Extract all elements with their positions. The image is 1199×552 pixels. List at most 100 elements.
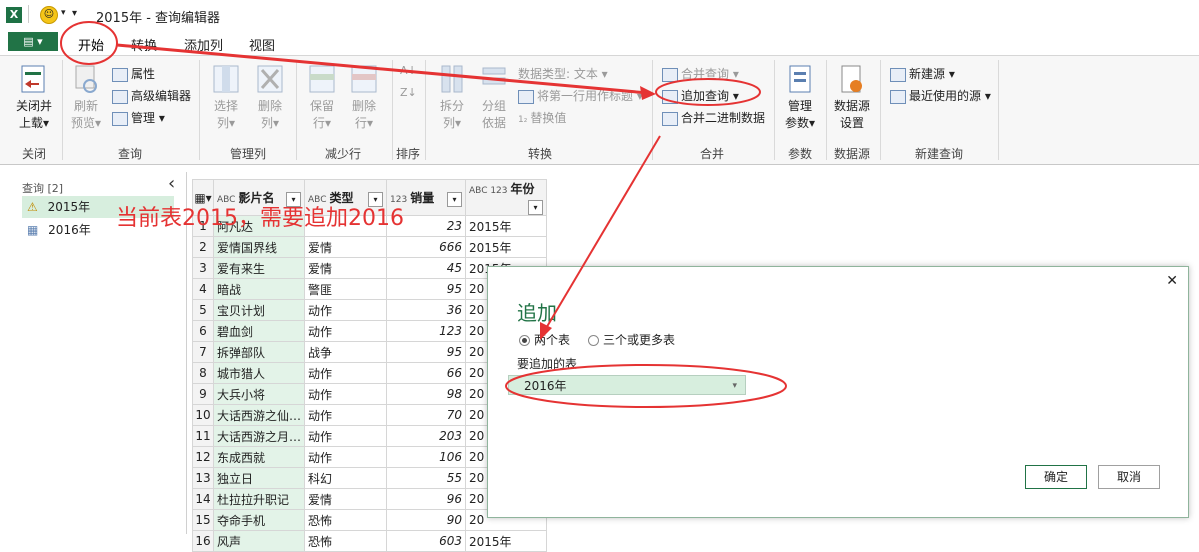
close-icon[interactable]: ✕ [1166, 273, 1178, 289]
table-cell[interactable]: 战争 [304, 341, 388, 363]
tab-add-column[interactable]: 添加列 [184, 35, 223, 54]
table-cell[interactable]: 动作 [304, 383, 388, 405]
row-number: 13 [192, 467, 214, 489]
table-cell[interactable]: 动作 [304, 446, 388, 468]
table-cell[interactable]: 科幻 [304, 467, 388, 489]
choose-columns-button[interactable]: 选择 列▾ [206, 64, 246, 132]
table-cell[interactable]: 大话西游之仙… [212, 404, 306, 426]
table-cell[interactable]: 动作 [304, 299, 388, 321]
data-type-dropdown[interactable]: 数据类型: 文本 ▾ [518, 65, 608, 82]
table-cell[interactable]: 警匪 [304, 278, 388, 300]
radio-two-tables[interactable]: 两个表 [519, 331, 570, 348]
cancel-button[interactable]: 取消 [1098, 465, 1160, 489]
merge-queries-button[interactable]: 合并查询 ▾ [662, 65, 739, 82]
table-cell[interactable]: 66 [386, 362, 467, 384]
table-cell[interactable]: 独立日 [212, 467, 306, 489]
table-cell[interactable]: 动作 [304, 425, 388, 447]
filter-dropdown-icon[interactable]: ▾ [528, 200, 544, 215]
chevron-down-icon[interactable]: ▾ [61, 8, 66, 18]
table-cell[interactable]: 动作 [304, 320, 388, 342]
table-cell[interactable]: 动作 [304, 404, 388, 426]
group-by-button[interactable]: 分组 依据 [474, 64, 514, 132]
table-cell[interactable]: 宝贝计划 [212, 299, 306, 321]
divider [652, 60, 653, 160]
new-source-button[interactable]: 新建源 ▾ [890, 65, 955, 82]
properties-button[interactable]: 属性 [112, 65, 155, 82]
file-button[interactable]: ▤ ▾ [8, 32, 58, 51]
table-cell[interactable]: 大兵小将 [212, 383, 306, 405]
remove-columns-button[interactable]: 删除 列▾ [250, 64, 290, 132]
data-source-settings-button[interactable]: 数据源 设置 [830, 64, 874, 132]
table-cell[interactable]: 36 [386, 299, 467, 321]
table-cell[interactable]: 东成西就 [212, 446, 306, 468]
queries-header: 查询 [2] [22, 182, 64, 195]
close-and-load-button[interactable]: 关闭并 上载▾ [12, 64, 56, 132]
table-cell[interactable]: 爱情 [304, 488, 388, 510]
table-cell[interactable]: 203 [386, 425, 467, 447]
table-cell[interactable]: 爱情 [304, 257, 388, 279]
table-cell[interactable]: 碧血剑 [212, 320, 306, 342]
table-cell[interactable]: 爱有来生 [212, 257, 306, 279]
table-cell[interactable]: 暗战 [212, 278, 306, 300]
keep-rows-button[interactable]: 保留 行▾ [302, 64, 342, 132]
qat-customize-button[interactable]: ▾ [72, 8, 77, 19]
advanced-editor-button[interactable]: 高级编辑器 [112, 87, 191, 104]
table-cell[interactable]: 夺命手机 [212, 509, 306, 531]
table-icon: ▦ [27, 223, 39, 237]
group-label-data-source: 数据源 [833, 147, 870, 161]
table-cell[interactable]: 城市猎人 [212, 362, 306, 384]
table-cell[interactable]: 55 [386, 467, 467, 489]
table-cell[interactable]: 2015年 [465, 215, 548, 237]
combine-binaries-button[interactable]: 合并二进制数据 [662, 109, 765, 126]
table-cell[interactable]: 动作 [304, 362, 388, 384]
table-cell[interactable]: 90 [386, 509, 467, 531]
table-cell[interactable]: 拆弹部队 [212, 341, 306, 363]
table-cell[interactable]: 大话西游之月… [212, 425, 306, 447]
use-first-row-button[interactable]: 将第一行用作标题 ▾ [518, 87, 643, 104]
replace-values-button[interactable]: 1₂ 替换值 [518, 109, 566, 126]
tab-view[interactable]: 视图 [249, 35, 275, 54]
row-number: 7 [192, 341, 214, 363]
split-column-button[interactable]: 拆分 列▾ [432, 64, 472, 132]
ok-button[interactable]: 确定 [1025, 465, 1087, 489]
refresh-preview-button[interactable]: 刷新 预览▾ [66, 64, 106, 132]
append-queries-button[interactable]: 追加查询 ▾ [662, 87, 739, 104]
sort-descending-button[interactable]: Z↓ [400, 86, 417, 99]
table-cell[interactable]: 106 [386, 446, 467, 468]
column-header[interactable]: ABC 123 年份 ▾ [465, 179, 548, 216]
table-cell[interactable]: 45 [386, 257, 467, 279]
smiley-icon[interactable]: ☺ [40, 6, 58, 24]
radio-three-or-more[interactable]: 三个或更多表 [588, 331, 675, 348]
filter-dropdown-icon[interactable]: ▾ [447, 191, 463, 207]
table-cell[interactable]: 杜拉拉升职记 [212, 488, 306, 510]
table-cell[interactable]: 95 [386, 341, 467, 363]
table-cell[interactable]: 恐怖 [304, 509, 388, 531]
divider [826, 60, 827, 160]
settings-icon [841, 65, 862, 93]
table-cell[interactable]: 2015年 [465, 236, 548, 258]
table-cell[interactable]: 96 [386, 488, 467, 510]
recent-sources-button[interactable]: 最近使用的源 ▾ [890, 87, 991, 104]
table-cell[interactable]: 爱情国界线 [212, 236, 306, 258]
divider [28, 5, 29, 23]
manage-button[interactable]: 管理 ▾ [112, 109, 165, 126]
table-select[interactable]: 2016年 ▾ [508, 375, 746, 395]
sort-ascending-button[interactable]: A↓ [400, 64, 417, 77]
dialog-title: 追加 [517, 301, 557, 325]
tab-home[interactable]: 开始 [78, 35, 104, 54]
table-cell[interactable]: 123 [386, 320, 467, 342]
replace-icon: 1₂ [518, 115, 528, 125]
group-label-transform: 转换 [527, 147, 552, 161]
table-cell[interactable]: 666 [386, 236, 467, 258]
divider [425, 60, 426, 160]
tab-transform[interactable]: 转换 [131, 35, 157, 54]
recent-icon [890, 89, 906, 104]
table-cell[interactable]: 98 [386, 383, 467, 405]
table-cell[interactable]: 70 [386, 404, 467, 426]
table-cell[interactable]: 爱情 [304, 236, 388, 258]
remove-rows-button[interactable]: 删除 行▾ [344, 64, 384, 132]
manage-parameters-button[interactable]: 管理 参数▾ [780, 64, 820, 132]
table-row[interactable]: 2 爱情国界线 爱情 666 2015年 [192, 236, 548, 258]
collapse-pane-button[interactable]: ‹ [168, 173, 175, 194]
table-cell[interactable]: 95 [386, 278, 467, 300]
